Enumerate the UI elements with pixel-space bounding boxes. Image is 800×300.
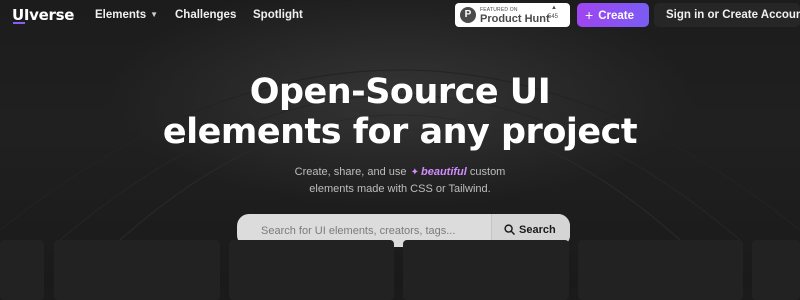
- sign-in-button[interactable]: Sign in or Create Account: [654, 3, 800, 27]
- uiverse-logo[interactable]: UIverse: [12, 7, 74, 23]
- plus-icon: +: [585, 7, 594, 23]
- nav-challenges-link[interactable]: Challenges: [175, 8, 236, 22]
- hero-title: Open-Source UI elements for any project: [0, 72, 800, 152]
- nav-spotlight-link[interactable]: Spotlight: [253, 8, 303, 22]
- create-button[interactable]: + Create: [577, 3, 649, 27]
- nav-elements-dropdown[interactable]: Elements ▼: [95, 8, 158, 22]
- product-hunt-upvote-count: 545: [548, 14, 559, 20]
- logo-suffix: verse: [29, 6, 75, 24]
- hero-subtitle: Create, share, and use ✦ beautiful custom…: [0, 164, 800, 197]
- search-icon: [504, 224, 515, 235]
- nav-elements-label: Elements: [95, 9, 147, 21]
- create-button-label: Create: [598, 10, 634, 22]
- element-preview-card[interactable]: [578, 240, 743, 300]
- subtitle-highlight-word: beautiful: [420, 166, 467, 178]
- element-preview-card[interactable]: [403, 240, 569, 300]
- hero-subtitle-line-1: Create, share, and use ✦ beautiful custom: [0, 164, 800, 181]
- element-preview-card[interactable]: [229, 240, 394, 300]
- subtitle-text-before: Create, share, and use: [294, 166, 407, 178]
- hero-title-line-1: Open-Source UI: [249, 72, 551, 112]
- logo-accent-underline: [13, 22, 25, 24]
- product-hunt-logo-icon: P: [460, 7, 476, 23]
- subtitle-text-after: custom: [469, 166, 506, 178]
- hero-title-line-2: elements for any project: [162, 112, 638, 152]
- hero-subtitle-line-2: elements made with CSS or Tailwind.: [309, 183, 491, 195]
- sparkle-icon: ✦: [410, 167, 419, 178]
- element-preview-card[interactable]: [54, 240, 220, 300]
- element-preview-card[interactable]: [0, 240, 44, 300]
- chevron-down-icon: ▼: [150, 10, 159, 19]
- product-hunt-name: Product Hunt: [480, 13, 550, 25]
- triangle-up-icon: ▲: [551, 5, 557, 11]
- search-button-label: Search: [519, 224, 556, 236]
- top-navigation-bar: UIverse Elements ▼ Challenges Spotlight P…: [0, 0, 800, 30]
- element-preview-card[interactable]: [752, 240, 800, 300]
